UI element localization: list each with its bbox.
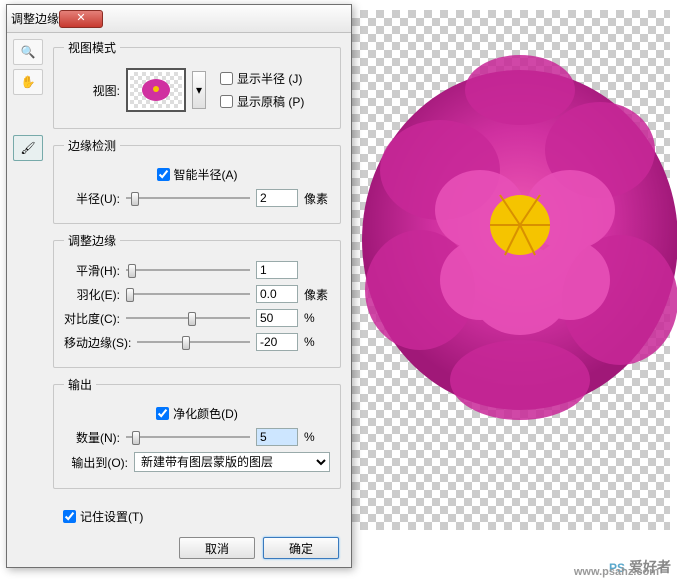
output-group: 输出 净化颜色(D) 数量(N): % 输出到(O): 新建带有图层蒙版的图层	[53, 376, 341, 489]
radius-slider[interactable]	[126, 190, 250, 206]
contrast-input[interactable]	[256, 309, 298, 327]
view-dropdown-button[interactable]: ▾	[192, 71, 206, 109]
magnifier-icon: 🔍	[21, 45, 36, 59]
feather-label: 羽化(E):	[64, 286, 120, 303]
shift-edge-input[interactable]	[256, 333, 298, 351]
remember-settings-checkbox[interactable]: 记住设置(T)	[63, 508, 143, 525]
show-radius-checkbox[interactable]: 显示半径 (J)	[220, 70, 304, 87]
chevron-down-icon: ▾	[196, 83, 202, 97]
watermark-url: www.psahz.com	[574, 566, 659, 578]
adjust-edge-group: 调整边缘 平滑(H): 羽化(E): 像素 对比度(C): % 移动边缘(S):	[53, 232, 341, 368]
output-legend: 输出	[64, 376, 96, 393]
shift-edge-unit: %	[304, 335, 330, 349]
smooth-slider[interactable]	[126, 262, 250, 278]
hand-icon: ✋	[21, 75, 36, 89]
flower-image	[360, 40, 677, 420]
view-label: 视图:	[64, 82, 120, 99]
shift-edge-label: 移动边缘(S):	[64, 334, 131, 351]
view-thumbnail[interactable]	[126, 68, 186, 112]
brush-icon: 🖌	[20, 141, 35, 155]
contrast-slider[interactable]	[126, 310, 250, 326]
smart-radius-label: 智能半径(A)	[174, 166, 238, 183]
dialog-titlebar[interactable]: 调整边缘 ✕	[7, 5, 351, 33]
decontaminate-colors-label: 净化颜色(D)	[173, 405, 238, 422]
cancel-button[interactable]: 取消	[179, 537, 255, 559]
adjust-edge-legend: 调整边缘	[64, 232, 120, 249]
smooth-input[interactable]	[256, 261, 298, 279]
zoom-tool-button[interactable]: 🔍	[13, 39, 43, 65]
view-mode-group: 视图模式 视图: ▾ 显示半径 (J) 显示原稿 (P)	[53, 39, 341, 129]
contrast-unit: %	[304, 311, 330, 325]
edge-detection-group: 边缘检测 智能半径(A) 半径(U): 像素	[53, 137, 341, 224]
close-button[interactable]: ✕	[59, 10, 103, 28]
feather-unit: 像素	[304, 286, 330, 303]
watermark: PS爱好者 www.psahz.com	[609, 552, 671, 578]
radius-input[interactable]	[256, 189, 298, 207]
decontaminate-colors-checkbox[interactable]: 净化颜色(D)	[156, 405, 238, 422]
refine-edge-dialog: 调整边缘 ✕ 🔍 ✋ 🖌 视图模式 视图: ▾ 显示半径 (J) 显示	[6, 4, 352, 568]
amount-slider[interactable]	[126, 429, 250, 445]
output-to-label: 输出到(O):	[64, 454, 128, 471]
view-mode-legend: 视图模式	[64, 39, 120, 56]
smart-radius-checkbox[interactable]: 智能半径(A)	[157, 166, 238, 183]
amount-input[interactable]	[256, 428, 298, 446]
amount-unit: %	[304, 430, 330, 444]
smooth-label: 平滑(H):	[64, 262, 120, 279]
remember-settings-label: 记住设置(T)	[80, 508, 143, 525]
show-radius-label: 显示半径 (J)	[237, 70, 302, 87]
radius-label: 半径(U):	[64, 190, 120, 207]
amount-label: 数量(N):	[64, 429, 120, 446]
show-original-checkbox[interactable]: 显示原稿 (P)	[220, 93, 304, 110]
edge-detection-legend: 边缘检测	[64, 137, 120, 154]
dialog-title: 调整边缘	[11, 10, 59, 27]
radius-unit: 像素	[304, 190, 330, 207]
show-original-label: 显示原稿 (P)	[237, 93, 304, 110]
feather-slider[interactable]	[126, 286, 250, 302]
hand-tool-button[interactable]: ✋	[13, 69, 43, 95]
contrast-label: 对比度(C):	[64, 310, 120, 327]
feather-input[interactable]	[256, 285, 298, 303]
ok-button[interactable]: 确定	[263, 537, 339, 559]
output-to-select[interactable]: 新建带有图层蒙版的图层	[134, 452, 330, 472]
refine-brush-tool-button[interactable]: 🖌	[13, 135, 43, 161]
shift-edge-slider[interactable]	[137, 334, 250, 350]
